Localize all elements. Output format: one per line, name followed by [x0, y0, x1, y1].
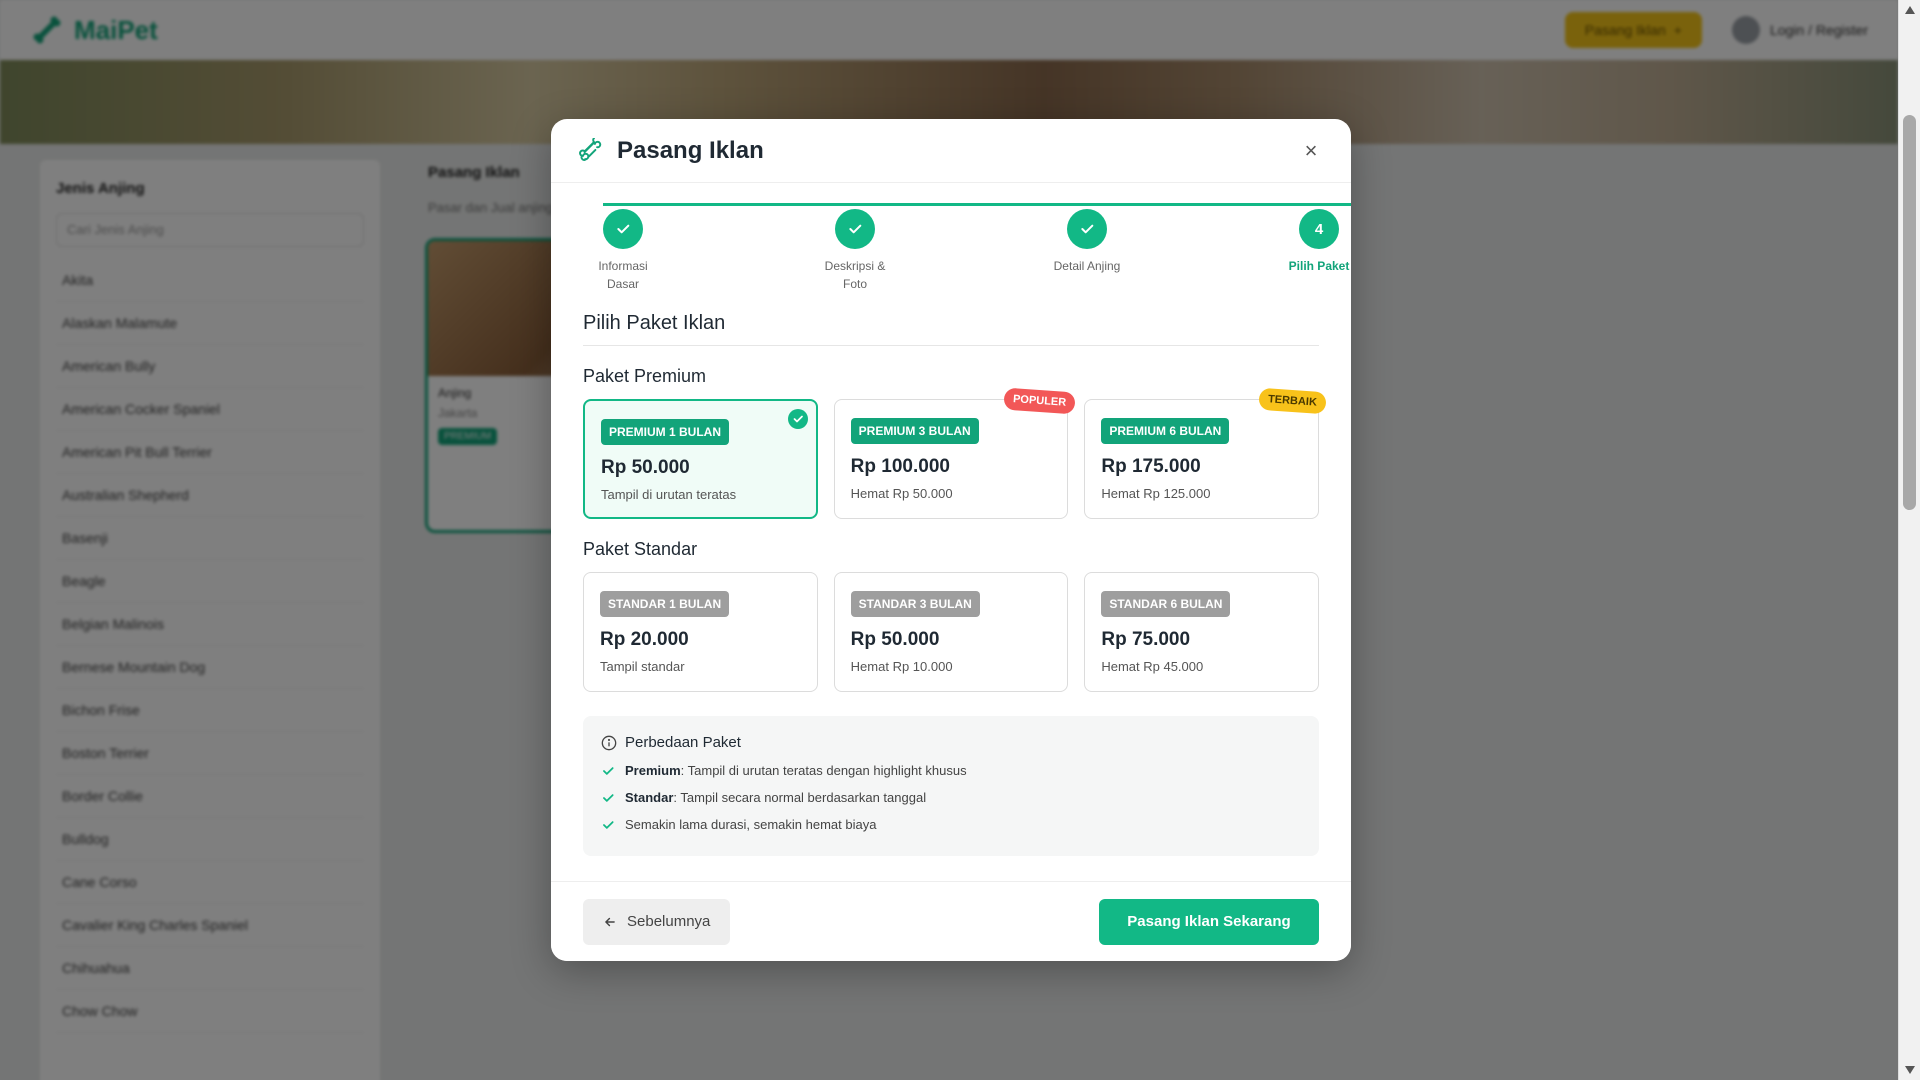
step-3[interactable]: Detail Anjing [1027, 209, 1147, 275]
package-card-standard-1[interactable]: STANDAR 1 BULAN Rp 20.000 Tampil standar [583, 572, 818, 692]
modal-title: Pasang Iklan [617, 136, 764, 164]
arrow-left-icon [605, 917, 615, 926]
step-label: Deskripsi & Foto [824, 259, 886, 291]
premium-group-title: Paket Premium [583, 366, 707, 386]
post-ad-modal: Pasang Iklan × Informasi Dasar Deskripsi… [551, 119, 1351, 961]
package-tag: PREMIUM 6 BULAN [1101, 418, 1230, 444]
info-row-text: Semakin lama durasi, semakin hemat biaya [625, 817, 877, 832]
package-price: Rp 20.000 [600, 629, 689, 650]
step-label: Pilih Paket [1288, 259, 1350, 273]
info-row-bold: Standar [625, 790, 674, 805]
package-note: Tampil standar [600, 659, 685, 674]
selected-check-icon [787, 409, 808, 429]
page-scrollbar[interactable] [1898, 0, 1920, 1080]
step-check-icon [835, 209, 875, 249]
package-price: Rp 175.000 [1101, 456, 1201, 477]
step-1[interactable]: Informasi Dasar [563, 209, 683, 293]
section-heading: Pilih Paket Iklan [583, 312, 1319, 346]
info-title-row: Perbedaan Paket [601, 734, 1301, 751]
best-badge: TERBAIK [1258, 387, 1327, 415]
package-card-premium-3[interactable]: PREMIUM 3 BULAN Rp 100.000 Hemat Rp 50.0… [833, 387, 1077, 519]
package-price: Rp 75.000 [1101, 629, 1191, 650]
package-tag: PREMIUM 1 BULAN [601, 419, 730, 445]
check-icon [603, 793, 614, 802]
info-row: Semakin lama durasi, semakin hemat biaya [601, 817, 1301, 832]
submit-ad-button[interactable]: Pasang Iklan Sekarang [1099, 898, 1319, 945]
package-note: Tampil di urutan teratas [601, 487, 737, 502]
package-differences-box: Perbedaan Paket Premium: Tampil di uruta… [583, 716, 1319, 856]
step-4[interactable]: 4 Pilih Paket [1259, 209, 1351, 275]
package-note: Hemat Rp 45.000 [1101, 659, 1204, 674]
info-title: Perbedaan Paket [625, 734, 741, 751]
package-card-premium-6[interactable]: PREMIUM 6 BULAN Rp 175.000 Hemat Rp 125.… [1084, 387, 1327, 519]
info-row: Standar: Tampil secara normal berdasarka… [601, 790, 1301, 805]
package-tag: STANDAR 3 BULAN [850, 591, 980, 617]
info-row-text: : Tampil secara normal berdasarkan tangg… [673, 790, 927, 805]
bone-icon [579, 137, 602, 161]
previous-label: Sebelumnya [627, 913, 711, 930]
popular-badge: POPULER [1003, 387, 1077, 415]
package-card-standard-6[interactable]: STANDAR 6 BULAN Rp 75.000 Hemat Rp 45.00… [1084, 572, 1320, 692]
close-icon[interactable]: × [1297, 137, 1325, 165]
check-icon [603, 766, 614, 775]
modal-footer: Sebelumnya Pasang Iklan Sekarang [551, 881, 1351, 961]
step-2[interactable]: Deskripsi & Foto [795, 209, 915, 293]
scroll-down-icon[interactable] [1905, 1066, 1915, 1074]
package-card-standard-3[interactable]: STANDAR 3 BULAN Rp 50.000 Hemat Rp 10.00… [833, 572, 1069, 692]
step-number: 4 [1299, 209, 1339, 249]
package-note: Hemat Rp 50.000 [850, 486, 953, 501]
scroll-up-icon[interactable] [1905, 6, 1915, 14]
standard-group-title: Paket Standar [583, 539, 698, 559]
info-row-bold: Premium [625, 763, 681, 778]
modal-header: Pasang Iklan × [551, 119, 1351, 183]
info-row-text: : Tampil di urutan teratas dengan highli… [680, 763, 967, 778]
package-note: Hemat Rp 125.000 [1101, 486, 1211, 501]
modal-content: Pilih Paket Iklan Paket Premium PREMIUM … [583, 312, 1327, 856]
standard-packages: STANDAR 1 BULAN Rp 20.000 Tampil standar… [583, 572, 1320, 692]
package-tag: STANDAR 1 BULAN [600, 591, 730, 617]
package-tag: STANDAR 6 BULAN [1101, 591, 1231, 617]
stepper-progress-line [603, 203, 1351, 206]
step-label: Detail Anjing [1053, 259, 1121, 273]
info-row: Premium: Tampil di urutan teratas dengan… [601, 763, 1301, 778]
package-price: Rp 50.000 [850, 629, 940, 650]
premium-packages: PREMIUM 1 BULAN Rp 50.000 Tampil di urut… [583, 387, 1327, 519]
info-icon [601, 735, 617, 750]
package-card-premium-1[interactable]: PREMIUM 1 BULAN Rp 50.000 Tampil di urut… [583, 399, 818, 519]
step-label: Informasi Dasar [598, 259, 648, 291]
stepper: Informasi Dasar Deskripsi & Foto Detail … [551, 203, 1351, 329]
step-check-icon [1067, 209, 1107, 249]
step-check-icon [603, 209, 643, 249]
previous-button[interactable]: Sebelumnya [583, 898, 731, 945]
check-icon [603, 820, 614, 829]
package-price: Rp 100.000 [850, 456, 950, 477]
package-note: Hemat Rp 10.000 [850, 659, 953, 674]
package-price: Rp 50.000 [601, 457, 690, 478]
scroll-thumb[interactable] [1903, 115, 1916, 510]
package-tag: PREMIUM 3 BULAN [850, 418, 979, 444]
